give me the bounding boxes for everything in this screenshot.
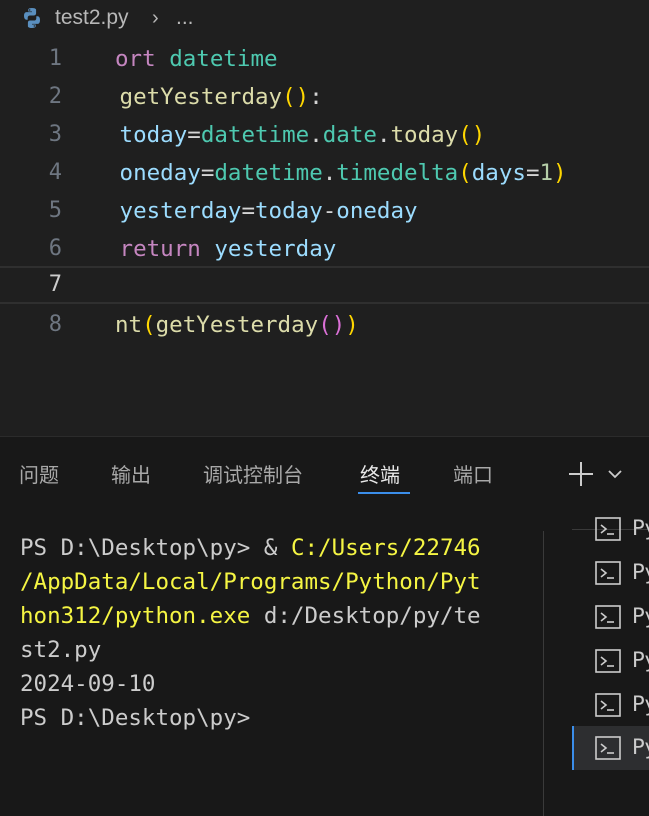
terminal-instance-active[interactable]: Py xyxy=(572,726,649,770)
plus-icon[interactable] xyxy=(566,459,596,489)
tab-output[interactable]: 输出 xyxy=(111,461,151,489)
code-line[interactable]: 8 nt(getYesterday()) xyxy=(0,306,649,344)
code-line[interactable]: 2 getYesterday(): xyxy=(0,78,649,116)
line-number: 2 xyxy=(48,84,62,109)
terminal-instance-label: Py xyxy=(632,648,649,672)
active-tab-indicator xyxy=(358,492,410,494)
terminal-instance-label: Py xyxy=(632,560,649,584)
line-number: 8 xyxy=(48,312,62,337)
terminal-icon xyxy=(595,649,621,673)
code-line[interactable]: 4 oneday=datetime.timedelta(days=1) xyxy=(0,154,649,192)
panel-tabs: 问题 输出 调试控制台 终端 端口 xyxy=(0,437,649,513)
terminal-icon xyxy=(595,517,621,541)
bottom-panel: 问题 输出 调试控制台 终端 端口 PS D:\Desktop\py> & C:… xyxy=(0,436,649,816)
code-line[interactable]: 3 today=datetime.date.today() xyxy=(0,116,649,154)
code-editor[interactable]: 1 ort datetime 2 getYesterday(): 3 today… xyxy=(0,38,649,436)
terminal-instance[interactable]: Py xyxy=(572,551,649,595)
terminal-instance[interactable]: Py xyxy=(572,639,649,683)
terminal-output[interactable]: PS D:\Desktop\py> & C:/Users/22746 /AppD… xyxy=(0,531,543,816)
code-text: return yesterday xyxy=(119,236,337,262)
vscode-window: test2.py › ... 1 ort datetime 2 getYeste… xyxy=(0,0,649,816)
terminal-line: st2.py xyxy=(20,637,102,663)
terminal-instance[interactable]: Py xyxy=(572,595,649,639)
terminal-icon xyxy=(595,693,621,717)
code-text: getYesterday(): xyxy=(119,84,323,110)
terminal-line: 2024-09-10 xyxy=(20,671,156,697)
terminal-instance-label: Py xyxy=(632,516,649,540)
tab-ports[interactable]: 端口 xyxy=(453,461,493,489)
breadcrumb: test2.py › ... xyxy=(0,0,649,36)
terminal-line: hon312/python.exe d:/Desktop/py/te xyxy=(20,603,481,629)
line-number: 1 xyxy=(48,46,62,71)
line-number: 6 xyxy=(48,236,62,261)
chevron-right-icon: › xyxy=(152,7,159,29)
breadcrumb-more[interactable]: ... xyxy=(176,6,194,30)
terminal-splitter[interactable] xyxy=(543,531,544,816)
chevron-down-icon[interactable] xyxy=(606,465,624,483)
terminal-icon xyxy=(595,736,621,760)
code-text: ort datetime xyxy=(115,46,278,72)
terminal-prompt: PS D:\Desktop\py> xyxy=(20,705,251,731)
code-text: today=datetime.date.today() xyxy=(119,122,486,148)
tab-terminal[interactable]: 终端 xyxy=(360,461,400,489)
line-number: 3 xyxy=(48,122,62,147)
breadcrumb-file[interactable]: test2.py xyxy=(55,6,129,30)
terminal-instance-label: Py xyxy=(632,604,649,628)
code-text: oneday=datetime.timedelta(days=1) xyxy=(119,160,567,186)
terminal-icon xyxy=(595,605,621,629)
tab-debug-console[interactable]: 调试控制台 xyxy=(203,461,303,489)
terminal-instance-label: Py xyxy=(632,692,649,716)
code-line[interactable]: 5 yesterday=today-oneday xyxy=(0,192,649,230)
terminal-instance-label: Py xyxy=(632,735,649,759)
terminal-instance[interactable]: Py xyxy=(572,507,649,551)
python-icon xyxy=(24,8,40,28)
code-line[interactable]: 1 ort datetime xyxy=(0,40,649,78)
tab-problems[interactable]: 问题 xyxy=(19,461,59,489)
terminal-line: PS D:\Desktop\py> & C:/Users/22746 xyxy=(20,535,481,561)
code-text: nt(getYesterday()) xyxy=(115,312,359,338)
terminal-line: /AppData/Local/Programs/Python/Pyt xyxy=(20,569,481,595)
code-line-current[interactable]: 7 xyxy=(0,266,649,304)
terminal-instance[interactable]: Py xyxy=(572,683,649,727)
code-text: yesterday=today-oneday xyxy=(119,198,418,224)
line-number: 5 xyxy=(48,198,62,223)
terminal-icon xyxy=(595,561,621,585)
code-line[interactable]: 6 return yesterday xyxy=(0,230,649,268)
line-number: 7 xyxy=(48,272,62,297)
line-number: 4 xyxy=(48,160,62,185)
